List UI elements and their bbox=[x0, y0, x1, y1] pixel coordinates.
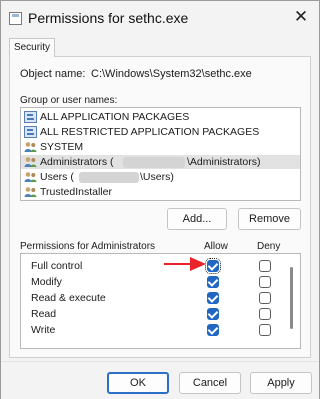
permission-row: Write bbox=[21, 322, 300, 338]
allow-checkbox[interactable] bbox=[207, 292, 219, 304]
permission-row: Full control bbox=[21, 258, 300, 274]
deny-checkbox[interactable] bbox=[259, 292, 271, 304]
group-item-label: TrustedInstaller bbox=[40, 186, 112, 198]
cancel-button[interactable]: Cancel bbox=[179, 372, 241, 394]
users-icon bbox=[24, 157, 37, 167]
group-item-suffix: \Users) bbox=[140, 171, 174, 183]
users-icon bbox=[24, 142, 37, 152]
users-icon bbox=[24, 172, 37, 182]
window-title: Permissions for sethc.exe bbox=[28, 10, 189, 26]
deny-checkbox[interactable] bbox=[259, 260, 271, 272]
group-item-selected[interactable]: Administrators ( \Administrators) bbox=[21, 155, 300, 169]
file-icon bbox=[9, 12, 22, 25]
package-icon bbox=[24, 111, 37, 123]
allow-checkbox[interactable] bbox=[207, 276, 219, 288]
deny-checkbox[interactable] bbox=[259, 276, 271, 288]
title-bar: Permissions for sethc.exe ✕ bbox=[1, 4, 319, 34]
permission-row: Modify bbox=[21, 274, 300, 290]
permissions-dialog: Permissions for sethc.exe ✕ Security Obj… bbox=[0, 0, 320, 399]
allow-checkbox[interactable] bbox=[207, 308, 219, 320]
redacted-name bbox=[123, 157, 185, 168]
dialog-footer: OK Cancel Apply bbox=[1, 361, 319, 399]
group-item[interactable]: TrustedInstaller bbox=[21, 185, 300, 199]
group-item-label: ALL RESTRICTED APPLICATION PACKAGES bbox=[40, 126, 260, 138]
permissions-label: Permissions for Administrators bbox=[20, 241, 156, 252]
users-icon bbox=[24, 187, 37, 197]
permission-label: Modify bbox=[31, 276, 62, 288]
permission-label: Read & execute bbox=[31, 292, 106, 304]
group-names-label: Group or user names: bbox=[20, 95, 118, 106]
group-item[interactable]: Users ( \Users) bbox=[21, 170, 300, 184]
permission-row: Read & execute bbox=[21, 290, 300, 306]
deny-checkbox[interactable] bbox=[259, 324, 271, 336]
close-button[interactable]: ✕ bbox=[289, 7, 313, 29]
allow-column-header: Allow bbox=[204, 241, 228, 252]
ok-button[interactable]: OK bbox=[107, 372, 169, 394]
package-icon bbox=[24, 126, 37, 138]
add-button[interactable]: Add... bbox=[167, 208, 227, 230]
permission-label: Read bbox=[31, 308, 57, 320]
red-arrow-annotation bbox=[164, 257, 206, 271]
permission-label: Full control bbox=[31, 260, 83, 272]
allow-checkbox[interactable] bbox=[205, 258, 221, 274]
permissions-scrollbar[interactable] bbox=[290, 267, 293, 329]
group-item[interactable]: ALL APPLICATION PACKAGES bbox=[21, 110, 300, 124]
permissions-list[interactable]: Full control Modify Read & execute Read … bbox=[20, 253, 301, 349]
group-item-suffix: \Administrators) bbox=[187, 156, 261, 168]
group-item[interactable]: SYSTEM bbox=[21, 140, 300, 154]
object-name-value: C:\Windows\System32\sethc.exe bbox=[91, 68, 252, 80]
tab-security[interactable]: Security bbox=[9, 38, 55, 57]
group-item-label: Users ( bbox=[40, 171, 74, 183]
group-list[interactable]: ALL APPLICATION PACKAGES ALL RESTRICTED … bbox=[20, 107, 301, 201]
permission-row: Read bbox=[21, 306, 300, 322]
group-item-label: SYSTEM bbox=[40, 141, 84, 153]
redacted-name bbox=[79, 172, 139, 183]
permission-label: Write bbox=[31, 324, 56, 336]
group-item-label: ALL APPLICATION PACKAGES bbox=[40, 111, 190, 123]
allow-checkbox[interactable] bbox=[207, 324, 219, 336]
group-item-label: Administrators ( bbox=[40, 156, 114, 168]
apply-button[interactable]: Apply bbox=[250, 372, 312, 394]
deny-column-header: Deny bbox=[257, 241, 281, 252]
deny-checkbox[interactable] bbox=[259, 308, 271, 320]
object-name-label: Object name: bbox=[20, 68, 86, 80]
group-item[interactable]: ALL RESTRICTED APPLICATION PACKAGES bbox=[21, 125, 300, 139]
remove-button[interactable]: Remove bbox=[238, 208, 301, 230]
